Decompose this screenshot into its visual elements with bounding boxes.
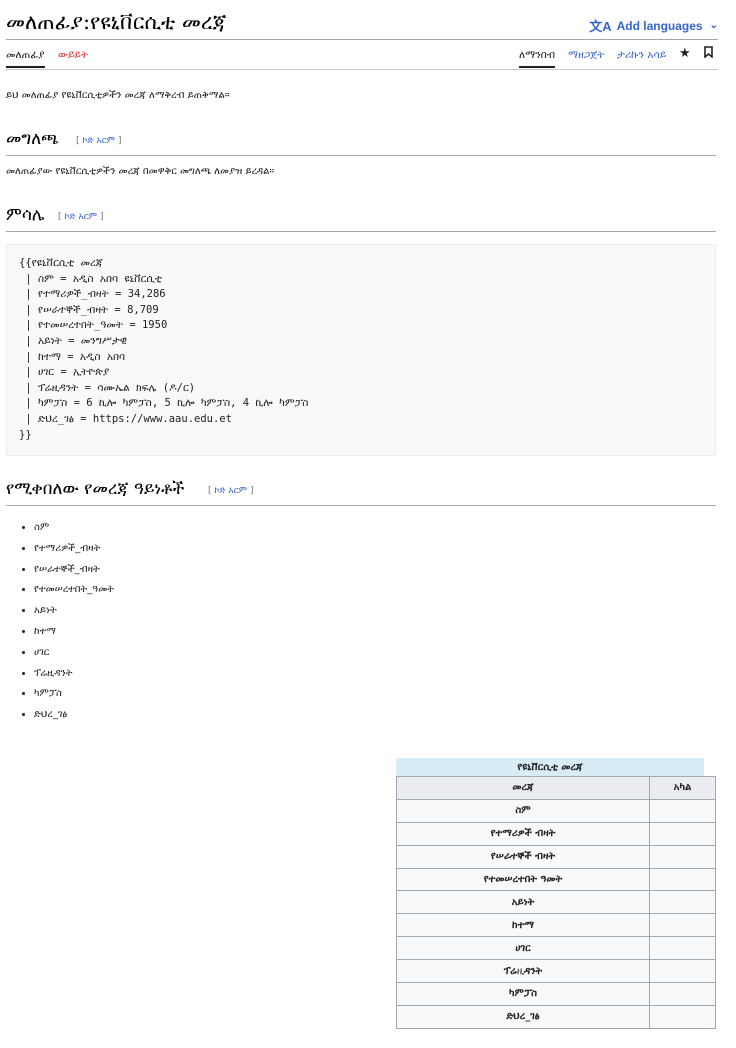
translate-icon: 文A <box>589 19 612 34</box>
code-line: {{የዩኒቨርሲቲ መረጃ <box>19 257 103 269</box>
list-item: ድህረ_ገፅ <box>34 707 114 728</box>
table-row: የተመሠረተበት ዓመት <box>396 867 716 892</box>
code-line: }} <box>19 428 32 441</box>
edit-link-fields[interactable]: [ ኮድ አርም ] <box>208 486 253 496</box>
table-cell-field: የሠራተኞች ብዛት <box>396 844 650 869</box>
table-cell-value <box>649 798 716 823</box>
table-row: ካምፓስ <box>396 982 716 1006</box>
table-cell-field: አይነት <box>396 890 650 915</box>
section-heading-example: ምሳሌ [ ኮድ አርም ] <box>6 204 716 232</box>
code-line: | ካምፓስ = 6 ኪሎ ካምፓስ, 5 ኪሎ ካምፓስ, 4 ኪሎ ካምፓስ <box>19 397 309 410</box>
tab-template[interactable]: መለጠፊያ <box>6 49 45 68</box>
table-cell-field: ከተማ <box>396 913 650 938</box>
tab-talk[interactable]: ውይይት <box>58 49 88 62</box>
heading-example: ምሳሌ <box>6 205 45 225</box>
bookmark-icon[interactable] <box>703 46 714 62</box>
table-caption: የዩኒቨርሲቲ መረጃ <box>396 758 704 777</box>
column-header-field: መረጃ <box>396 776 650 800</box>
table-cell-field: ስም <box>396 798 650 823</box>
table-cell-value <box>649 936 716 961</box>
add-languages-label: Add languages <box>616 18 703 33</box>
code-line: | ፕሬዚዳንት = ሳሙኤል ክፍሌ (ዶ/ር) <box>19 381 196 394</box>
table-row: ፕሬዚዳንት <box>396 959 716 984</box>
field-list: ስም የተማሪዎች_ብዛት የሠራተኞች_ብዛት የተመሠረተበት_ዓመት አይ… <box>6 520 114 728</box>
list-item: ስም <box>34 520 114 541</box>
table-cell-field: ፕሬዚዳንት <box>396 959 650 984</box>
code-line: | የተማሪዎች_ብዛት = 34,286 <box>19 288 166 301</box>
table-row: የሠራተኞች ብዛት <box>396 844 716 869</box>
list-item: ከተማ <box>34 624 114 645</box>
page-title: መለጠፊያ:የዩኒቨርሲቲ መረጃ <box>6 10 227 34</box>
list-item: የተመሠረተበት_ዓመት <box>34 582 114 603</box>
code-line: | የተመሠረተበት_ዓመት = 1950 <box>19 319 168 332</box>
star-icon[interactable]: ★ <box>679 46 691 61</box>
table-row: ከተማ <box>396 913 716 938</box>
table-cell-value <box>649 821 716 846</box>
section-heading-usage: መግለጫ [ ኮድ አርም ] <box>6 128 716 156</box>
table-row: ድህረ_ገፅ <box>396 1004 716 1029</box>
list-item: ሀገር <box>34 645 114 666</box>
title-row: መለጠፊያ:የዩኒቨርሲቲ መረጃ 文A Add languages ⌄ <box>6 8 718 40</box>
table-cell-field: ካምፓስ <box>396 982 650 1006</box>
code-line: | ሀገር = ኢትዮጵያ <box>19 366 110 379</box>
tab-history[interactable]: ታሪኩን አሳይ <box>617 49 666 62</box>
table-cell-value <box>649 867 716 892</box>
table-cell-value <box>649 844 716 869</box>
list-item: ፕሬዚዳንት <box>34 666 114 687</box>
heading-usage: መግለጫ <box>6 129 59 149</box>
usage-text: መለጠፊያው የዩኒቨርሲቲዎችን መረጃ በመዋቅር መግለጫ ለመያዝ ይረ… <box>6 166 275 177</box>
table-cell-field: ድህረ_ገፅ <box>396 1004 650 1029</box>
table-cell-field: ሀገር <box>396 936 650 961</box>
code-line: | ድህረ_ገፅ = https://www.aau.edu.et <box>19 412 232 425</box>
table-header-row: መረጃ አካል <box>396 776 716 800</box>
edit-link-usage[interactable]: [ ኮድ አርም ] <box>76 136 121 146</box>
code-example: {{የዩኒቨርሲቲ መረጃ | ስም = አዲስ አበባ ዩኒቨርሲቲ | የተ… <box>6 244 716 456</box>
section-heading-fields: የሚቀበለው የመረጃ ዓይነቶች [ ኮድ አርም ] <box>6 478 716 506</box>
tab-read[interactable]: ለማንበብ <box>519 49 556 68</box>
table-row: ሀገር <box>396 936 716 961</box>
table-cell-value <box>649 959 716 984</box>
code-line: | ስም = አዲስ አበባ ዩኒቨርሲቲ <box>19 272 162 285</box>
list-item: አይነት <box>34 603 114 624</box>
info-table: መረጃ አካል ስም የተማሪዎች ብዛት የሠራተኞች ብዛት የተመሠረተበ… <box>396 776 716 1029</box>
table-cell-field: የተመሠረተበት ዓመት <box>396 867 650 892</box>
tab-edit[interactable]: ማዘጋጀት <box>568 49 604 62</box>
table-row: ስም <box>396 798 716 823</box>
intro-text: ይህ መለጠፊያ የዩኒቨርሲቲዎችን መረጃ ለማቅረብ ይጠቅማል። <box>6 90 230 101</box>
list-item: ካምፓስ <box>34 686 114 707</box>
code-line: | ከተማ = አዲስ አበባ <box>19 350 126 363</box>
column-header-value: አካል <box>649 776 716 800</box>
table-row: የተማሪዎች ብዛት <box>396 821 716 846</box>
heading-fields: የሚቀበለው የመረጃ ዓይነቶች <box>6 479 185 499</box>
table-row: አይነት <box>396 890 716 915</box>
table-cell-value <box>649 890 716 915</box>
code-line: | የሠራተኞች_ብዛት = 8,709 <box>19 303 159 316</box>
add-languages-button[interactable]: 文A Add languages ⌄ <box>589 16 718 35</box>
table-cell-value <box>649 982 716 1006</box>
table-cell-value <box>649 1004 716 1029</box>
tabs-row: መለጠፊያ ውይይት ለማንበብ ማዘጋጀት ታሪኩን አሳይ ★ <box>6 44 718 70</box>
list-item: የሠራተኞች_ብዛት <box>34 562 114 583</box>
edit-link-example[interactable]: [ ኮድ አርም ] <box>58 212 103 222</box>
code-line: | አይነት = መንግሥታዊ <box>19 334 127 347</box>
table-cell-value <box>649 913 716 938</box>
table-cell-field: የተማሪዎች ብዛት <box>396 821 650 846</box>
list-item: የተማሪዎች_ብዛት <box>34 541 114 562</box>
chevron-down-icon: ⌄ <box>709 20 718 31</box>
page: መለጠፊያ:የዩኒቨርሲቲ መረጃ 文A Add languages ⌄ መለጠ… <box>0 0 736 1048</box>
